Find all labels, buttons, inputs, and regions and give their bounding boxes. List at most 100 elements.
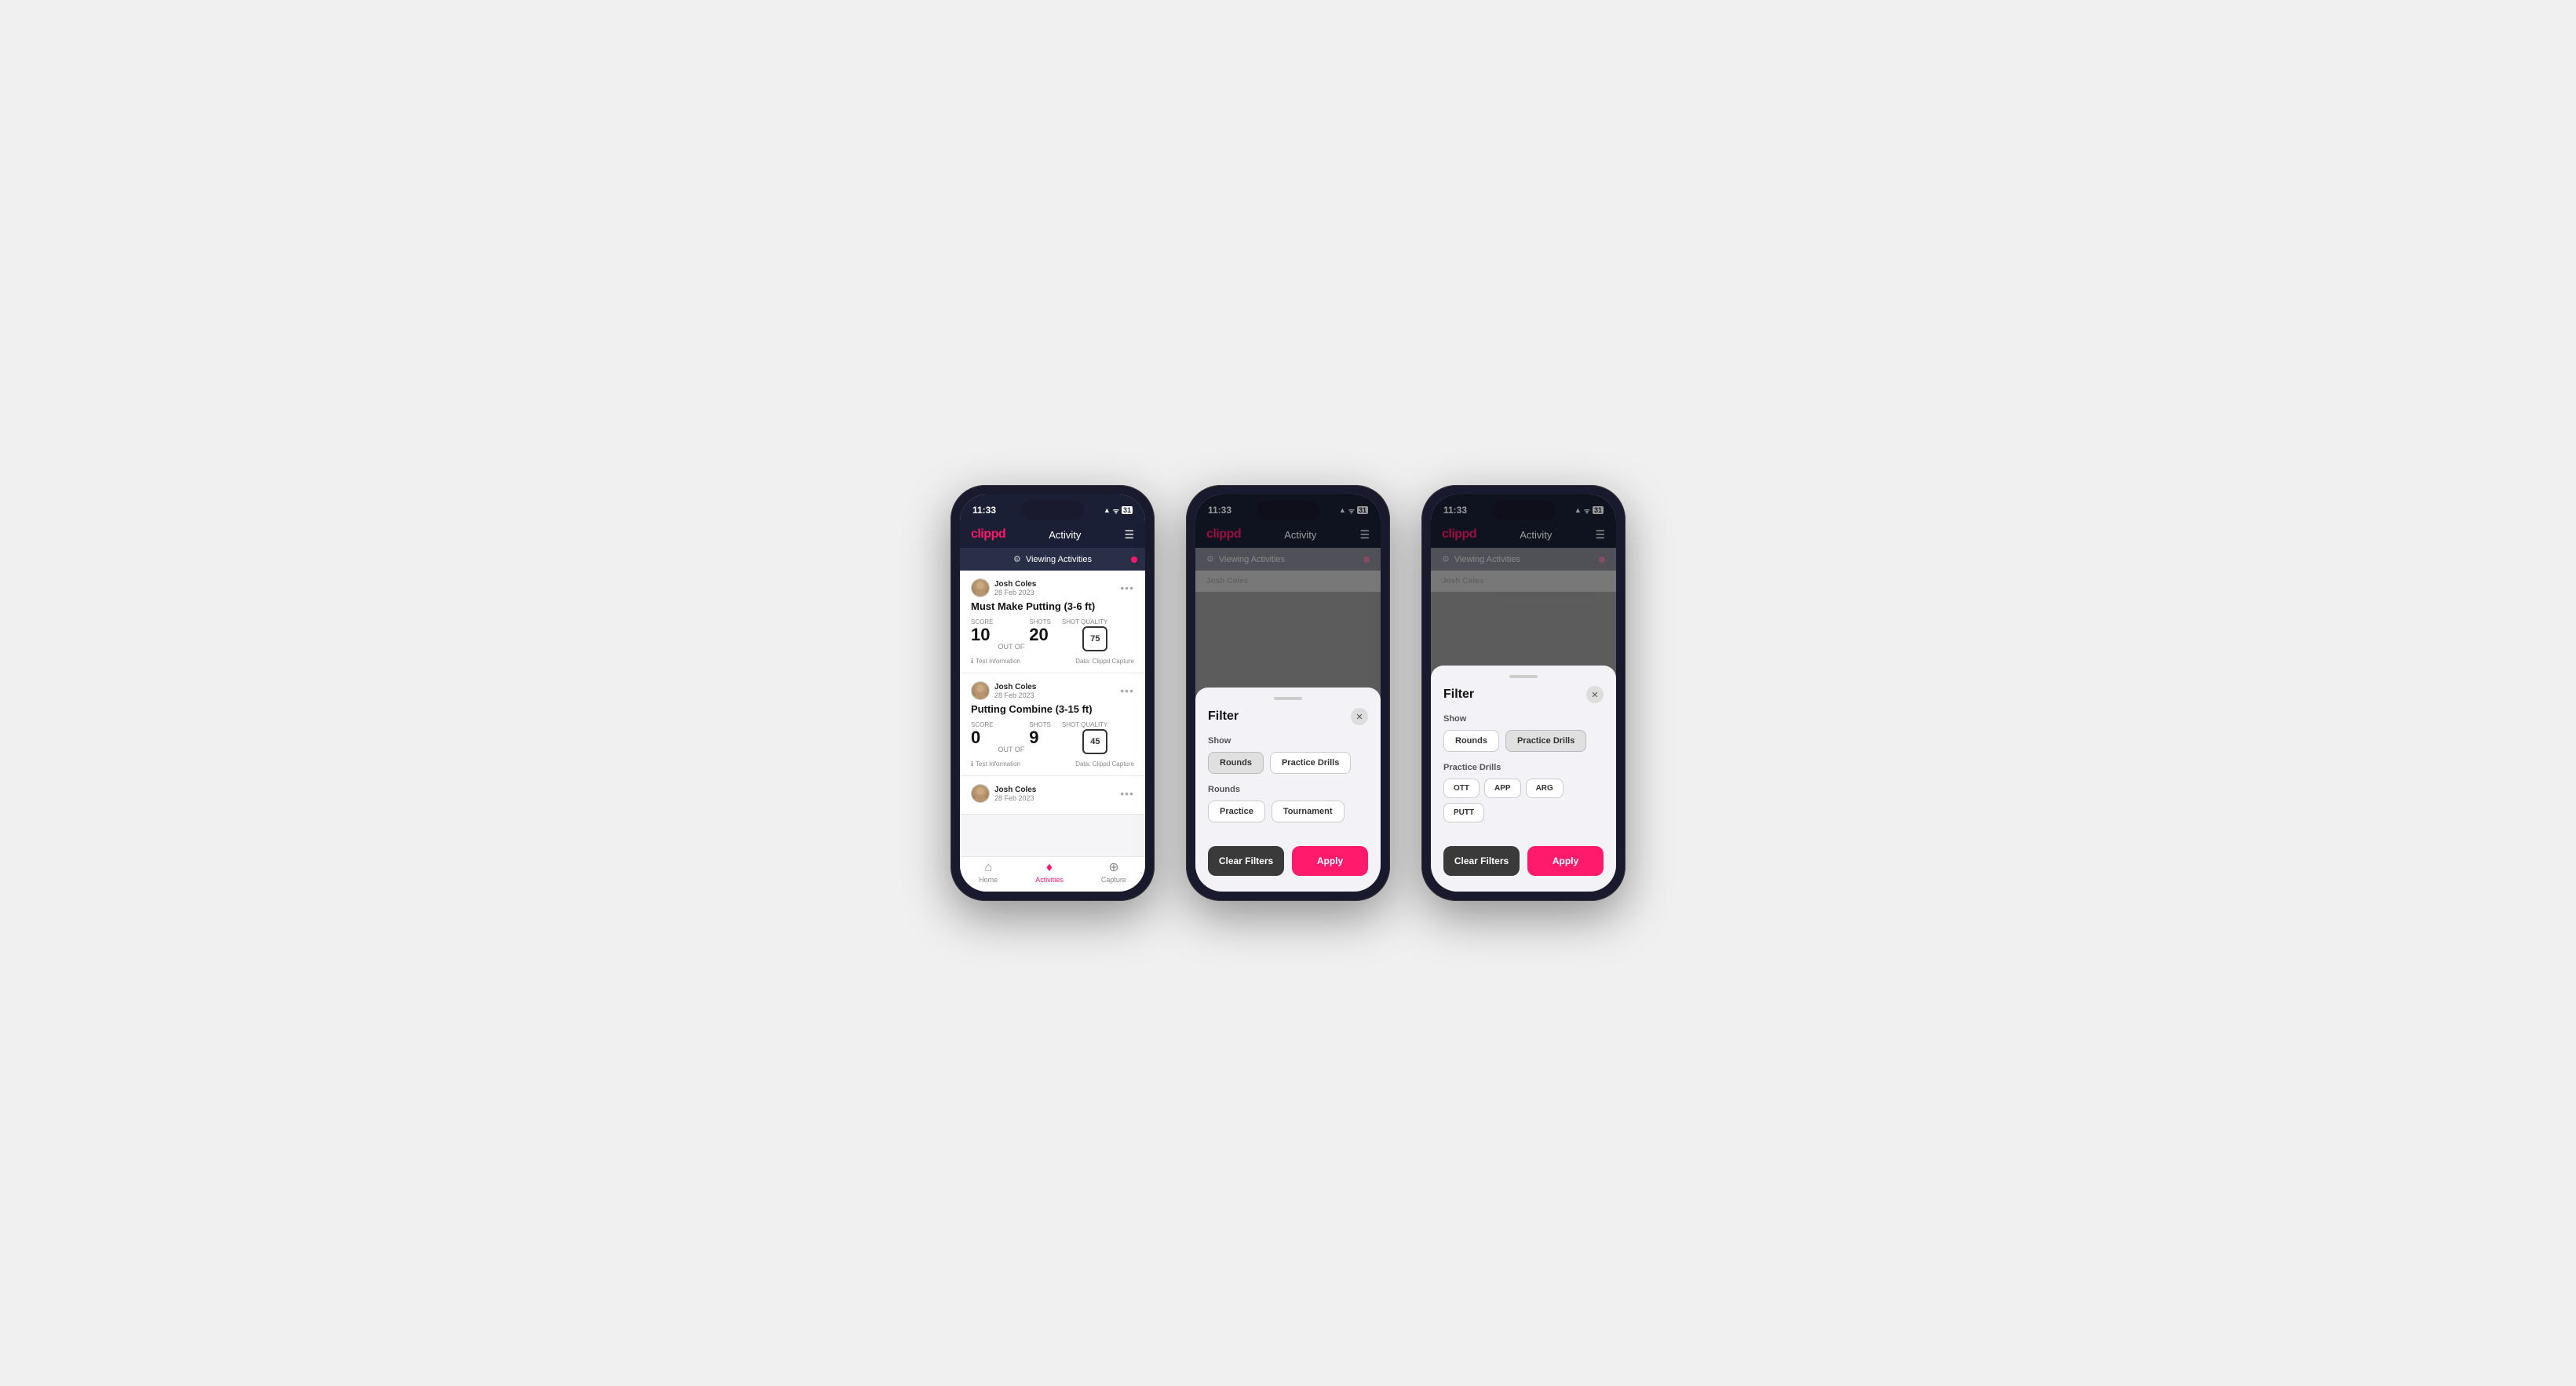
nav-header-1: clippd Activity ☰ [960,523,1145,548]
clear-filters-btn-3[interactable]: Clear Filters [1443,846,1520,876]
avatar-3 [971,784,990,803]
score-group-1: Score 10 [971,618,993,644]
shot-quality-badge-1: 75 [1082,626,1107,651]
practice-drills-btn-2[interactable]: Practice Drills [1270,752,1351,774]
apply-btn-2[interactable]: Apply [1292,846,1368,876]
show-buttons-2: Rounds Practice Drills [1208,752,1368,774]
viewing-banner-1[interactable]: ⚙ Viewing Activities [960,548,1145,571]
home-icon: ⌂ [984,862,992,874]
out-of-2: OUT OF [998,746,1024,756]
rounds-label-2: Rounds [1208,785,1368,794]
more-dots-3[interactable]: ••• [1120,787,1134,800]
filter-actions-3: Clear Filters Apply [1443,846,1604,876]
rounds-btn-3[interactable]: Rounds [1443,730,1499,752]
more-dots-1[interactable]: ••• [1120,582,1134,594]
notification-dot-1 [1131,556,1137,563]
capture-icon: ⊕ [1108,862,1118,874]
wifi-icon: ᯤ [1113,505,1119,516]
home-label: Home [979,876,998,884]
activity-card-3: Josh Coles 28 Feb 2023 ••• [960,776,1145,815]
filter-backdrop-2[interactable] [1195,494,1381,688]
card-header-1: Josh Coles 28 Feb 2023 ••• [971,578,1134,597]
nav-item-activities[interactable]: ♦ Activities [1035,862,1064,884]
battery-icon: 31 [1122,506,1133,514]
rounds-buttons-2: Practice Tournament [1208,801,1368,822]
shot-quality-label-1: Shot Quality [1062,618,1108,626]
nav-title-1: Activity [1049,529,1081,541]
clear-filters-btn-2[interactable]: Clear Filters [1208,846,1284,876]
more-dots-2[interactable]: ••• [1120,684,1134,697]
drill-buttons-3: OTT APP ARG PUTT [1443,779,1604,822]
user-date-1: 28 Feb 2023 [994,589,1036,596]
filter-icon-1: ⚙ [1013,554,1021,564]
signal-icon: ▲ [1104,506,1111,514]
filter-handle-2 [1274,697,1302,700]
card-footer-2: ℹ Test Information Data: Clippd Capture [971,760,1134,768]
user-info-2: Josh Coles 28 Feb 2023 [971,681,1036,700]
show-label-2: Show [1208,736,1368,746]
data-source-1: Data: Clippd Capture [1075,658,1134,665]
user-info-1: Josh Coles 28 Feb 2023 [971,578,1036,597]
activities-label: Activities [1035,876,1064,884]
filter-header-2: Filter ✕ [1208,708,1368,725]
user-date-2: 28 Feb 2023 [994,691,1036,699]
phone-3: 11:33 ▲ ᯤ 31 clippd Activity ☰ ⚙ Viewing… [1421,485,1626,901]
avatar-img-1 [972,579,989,596]
shot-quality-group-2: Shot Quality 45 [1062,721,1108,756]
rounds-btn-2[interactable]: Rounds [1208,752,1264,774]
info-icon-1: ℹ [971,658,973,665]
nav-item-home[interactable]: ⌂ Home [979,862,998,884]
tournament-btn-2[interactable]: Tournament [1272,801,1345,822]
phone-2: 11:33 ▲ ᯤ 31 clippd Activity ☰ ⚙ Viewing… [1186,485,1390,901]
logo-1: clippd [971,527,1005,542]
shots-group-1: Shots 20 [1029,618,1051,644]
user-info-3: Josh Coles 28 Feb 2023 [971,784,1036,803]
putt-btn[interactable]: PUTT [1443,803,1484,822]
shots-group-2: Shots 9 [1029,721,1051,746]
arg-btn[interactable]: ARG [1526,779,1563,798]
activities-icon: ♦ [1046,862,1053,874]
stats-row-1: Score 10 OUT OF Shots 20 Shot Quality 75 [971,618,1134,653]
phones-container: 11:33 ▲ ᯤ 31 clippd Activity ☰ ⚙ Viewing… [950,485,1626,901]
phone-3-screen: 11:33 ▲ ᯤ 31 clippd Activity ☰ ⚙ Viewing… [1431,494,1616,892]
filter-backdrop-3[interactable] [1431,494,1616,666]
card-header-3: Josh Coles 28 Feb 2023 ••• [971,784,1134,803]
card-footer-1: ℹ Test Information Data: Clippd Capture [971,658,1134,665]
phone-1: 11:33 ▲ ᯤ 31 clippd Activity ☰ ⚙ Viewing… [950,485,1155,901]
out-of-1: OUT OF [998,643,1024,653]
practice-drills-btn-3[interactable]: Practice Drills [1505,730,1586,752]
test-info-1: ℹ Test Information [971,658,1020,665]
filter-actions-2: Clear Filters Apply [1208,846,1368,876]
nav-item-capture[interactable]: ⊕ Capture [1101,862,1126,884]
filter-close-3[interactable]: ✕ [1586,686,1604,703]
shot-quality-group-1: Shot Quality 75 [1062,618,1108,653]
avatar-img-2 [972,682,989,699]
activity-title-1: Must Make Putting (3-6 ft) [971,600,1134,612]
phone-1-screen: 11:33 ▲ ᯤ 31 clippd Activity ☰ ⚙ Viewing… [960,494,1145,892]
user-details-2: Josh Coles 28 Feb 2023 [994,683,1036,699]
user-date-3: 28 Feb 2023 [994,794,1036,802]
viewing-banner-text-1: Viewing Activities [1026,555,1092,564]
avatar-1 [971,578,990,597]
ott-btn[interactable]: OTT [1443,779,1480,798]
filter-overlay-3: Filter ✕ Show Rounds Practice Drills Pra… [1431,494,1616,892]
practice-round-btn-2[interactable]: Practice [1208,801,1265,822]
app-btn[interactable]: APP [1484,779,1521,798]
shot-quality-badge-2: 45 [1082,729,1107,754]
show-label-3: Show [1443,714,1604,724]
user-details-1: Josh Coles 28 Feb 2023 [994,580,1036,596]
filter-close-2[interactable]: ✕ [1351,708,1368,725]
user-name-1: Josh Coles [994,580,1036,589]
user-details-3: Josh Coles 28 Feb 2023 [994,786,1036,802]
apply-btn-3[interactable]: Apply [1527,846,1604,876]
filter-header-3: Filter ✕ [1443,686,1604,703]
filter-modal-3: Filter ✕ Show Rounds Practice Drills Pra… [1431,666,1616,892]
avatar-img-3 [972,785,989,802]
content-1: Josh Coles 28 Feb 2023 ••• Must Make Put… [960,571,1145,856]
filter-title-3: Filter [1443,688,1474,702]
bottom-nav-1: ⌂ Home ♦ Activities ⊕ Capture [960,856,1145,892]
hamburger-icon-1[interactable]: ☰ [1124,528,1134,542]
shots-value-2: 9 [1029,729,1051,746]
card-header-2: Josh Coles 28 Feb 2023 ••• [971,681,1134,700]
user-name-3: Josh Coles [994,786,1036,794]
